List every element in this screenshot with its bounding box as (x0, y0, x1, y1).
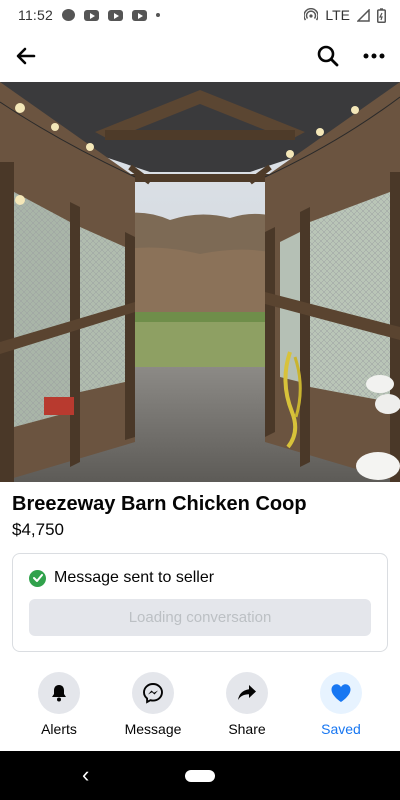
search-icon (317, 45, 339, 67)
listing-photo[interactable] (0, 82, 400, 482)
share-icon (238, 685, 256, 700)
message-status: Message sent to seller (29, 569, 214, 587)
action-bar: Alerts Message Share Saved (0, 672, 400, 742)
saved-label: Saved (321, 721, 361, 737)
youtube-icon (132, 9, 147, 21)
network-type: LTE (325, 7, 350, 23)
more-dot-icon (156, 13, 160, 17)
barn-photo (0, 82, 400, 482)
check-circle-icon (29, 569, 46, 587)
message-status-text: Message sent to seller (54, 569, 215, 586)
more-options-button[interactable] (360, 42, 388, 70)
top-app-bar (0, 30, 400, 82)
heart-icon (331, 684, 351, 702)
system-nav-bar: ‹ (0, 751, 400, 800)
back-button[interactable] (12, 42, 40, 70)
nav-back-icon[interactable]: ‹ (82, 764, 89, 786)
arrow-left-icon (16, 47, 36, 65)
bell-icon (52, 685, 66, 702)
share-circle (226, 672, 268, 714)
message-circle (132, 672, 174, 714)
message-label: Message (124, 721, 182, 737)
saved-button[interactable]: Saved (301, 672, 381, 737)
alerts-label: Alerts (41, 721, 77, 737)
status-right: LTE (304, 7, 386, 23)
youtube-icon (84, 9, 99, 21)
hotspot-icon (304, 8, 319, 21)
message-bubble-icon (62, 9, 75, 21)
more-horizontal-icon (363, 53, 385, 59)
battery-icon (377, 7, 386, 23)
saved-circle (320, 672, 362, 714)
loading-conversation-button[interactable]: Loading conversation (29, 599, 371, 636)
search-button[interactable] (314, 42, 342, 70)
listing-price: $4,750 (12, 520, 64, 539)
messenger-icon (143, 683, 163, 704)
alerts-button[interactable]: Alerts (19, 672, 99, 737)
share-button[interactable]: Share (207, 672, 287, 737)
signal-icon (357, 8, 370, 22)
status-bar: 11:52 LTE (0, 0, 400, 30)
alerts-circle (38, 672, 80, 714)
status-left: 11:52 (18, 7, 160, 23)
nav-home-pill-icon[interactable] (185, 770, 215, 782)
share-label: Share (228, 721, 266, 737)
listing-title: Breezeway Barn Chicken Coop (12, 493, 307, 515)
status-time: 11:52 (18, 7, 53, 23)
message-button[interactable]: Message (113, 672, 193, 737)
top-right-actions (314, 42, 388, 70)
message-status-card: Message sent to seller Loading conversat… (12, 553, 388, 652)
youtube-icon (108, 9, 123, 21)
